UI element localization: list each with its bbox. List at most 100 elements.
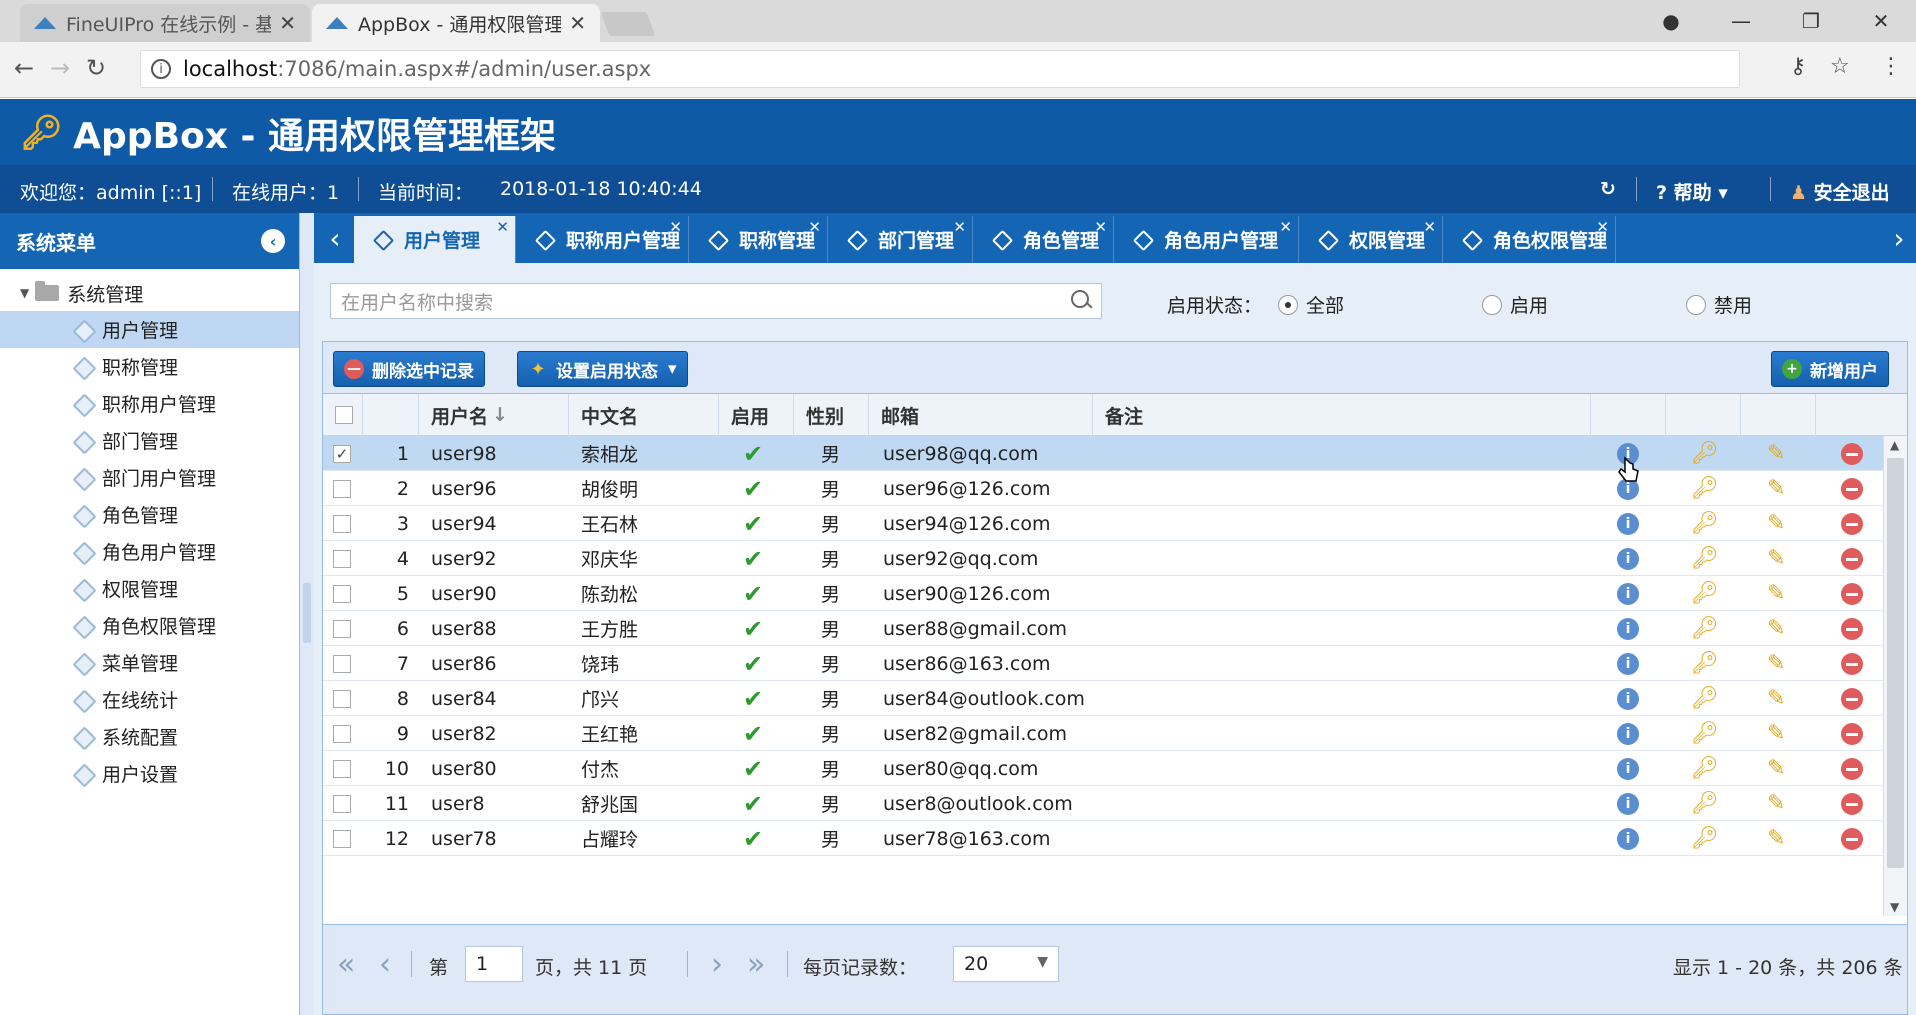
pencil-icon[interactable]: ✎ <box>1767 476 1785 501</box>
content-tab[interactable]: 权限管理 ✕ <box>1299 216 1443 263</box>
row-checkbox[interactable] <box>333 654 351 673</box>
tree-root-system[interactable]: ▼ 系统管理 <box>0 275 299 311</box>
delete-user-button[interactable] <box>1841 436 1863 471</box>
table-row[interactable]: 7 user86 饶玮 ✔ 男 user86@163.com i 🔑︎ ✎ <box>323 646 1883 681</box>
info-icon[interactable]: i <box>1617 617 1639 640</box>
key-icon[interactable]: 🔑︎ <box>1691 476 1719 501</box>
row-checkbox[interactable] <box>333 584 351 603</box>
header-username[interactable]: 用户名 ↓ <box>419 394 569 436</box>
key-icon[interactable]: 🔑︎ <box>1691 581 1719 606</box>
pencil-icon[interactable]: ✎ <box>1767 441 1785 466</box>
pencil-icon[interactable]: ✎ <box>1767 651 1785 676</box>
sidebar-item[interactable]: 权限管理 <box>0 570 299 607</box>
pencil-icon[interactable]: ✎ <box>1767 511 1785 536</box>
user-key-button[interactable]: 🔑︎ <box>1691 646 1719 681</box>
pencil-icon[interactable]: ✎ <box>1767 581 1785 606</box>
select-all-cell[interactable] <box>323 394 363 436</box>
delete-user-button[interactable] <box>1841 751 1863 786</box>
row-select-cell[interactable] <box>333 611 351 646</box>
key-icon[interactable]: 🔑︎ <box>1691 651 1719 676</box>
delete-icon[interactable] <box>1841 547 1863 570</box>
key-icon[interactable]: 🔑︎ <box>1691 686 1719 711</box>
edit-user-button[interactable]: ✎ <box>1767 436 1785 471</box>
edit-user-button[interactable]: ✎ <box>1767 646 1785 681</box>
row-checkbox[interactable]: ✓ <box>333 444 351 463</box>
row-checkbox[interactable] <box>333 829 351 848</box>
pencil-icon[interactable]: ✎ <box>1767 616 1785 641</box>
row-select-cell[interactable] <box>333 506 351 541</box>
table-row[interactable]: 2 user96 胡俊明 ✔ 男 user96@126.com i 🔑︎ ✎ <box>323 471 1883 506</box>
radio-disabled[interactable]: 禁用 <box>1686 291 1752 318</box>
row-checkbox[interactable] <box>333 759 351 778</box>
content-tab[interactable]: 角色管理 ✕ <box>973 216 1114 263</box>
page-size-select[interactable]: 20 ▼ <box>953 946 1059 982</box>
edit-user-button[interactable]: ✎ <box>1767 506 1785 541</box>
user-info-button[interactable]: i <box>1617 786 1639 821</box>
close-tab-icon[interactable]: ✕ <box>1423 218 1436 236</box>
user-info-button[interactable]: i <box>1617 681 1639 716</box>
edit-user-button[interactable]: ✎ <box>1767 541 1785 576</box>
row-checkbox[interactable] <box>333 619 351 638</box>
edit-user-button[interactable]: ✎ <box>1767 471 1785 506</box>
info-icon[interactable]: i <box>1617 547 1639 570</box>
row-checkbox[interactable] <box>333 549 351 568</box>
radio-all-circle[interactable] <box>1278 294 1298 315</box>
delete-user-button[interactable] <box>1841 611 1863 646</box>
new-tab-button[interactable] <box>600 12 656 36</box>
pencil-icon[interactable]: ✎ <box>1767 791 1785 816</box>
page-number-input[interactable]: 1 <box>465 946 523 982</box>
sidebar-item[interactable]: 系统配置 <box>0 718 299 755</box>
key-icon[interactable]: 🔑︎ <box>1691 441 1719 466</box>
edit-user-button[interactable]: ✎ <box>1767 786 1785 821</box>
info-icon[interactable]: i <box>1617 792 1639 815</box>
bookmark-star-icon[interactable]: ☆ <box>1830 54 1850 79</box>
grid-scrollbar[interactable]: ▲ ▼ <box>1883 436 1907 916</box>
content-tab[interactable]: 职称用户管理 ✕ <box>516 216 689 263</box>
user-key-button[interactable]: 🔑︎ <box>1691 821 1719 856</box>
delete-icon[interactable] <box>1841 582 1863 605</box>
select-all-checkbox[interactable] <box>335 406 353 424</box>
header-enabled[interactable]: 启用 <box>719 394 794 436</box>
radio-enabled-circle[interactable] <box>1482 294 1502 315</box>
sidebar-item[interactable]: 职称用户管理 <box>0 385 299 422</box>
key-icon[interactable]: 🔑︎ <box>1691 546 1719 571</box>
browser-tab-fineui[interactable]: FineUIPro 在线示例 - 基 ✕ <box>20 4 310 42</box>
user-key-button[interactable]: 🔑︎ <box>1691 681 1719 716</box>
delete-icon[interactable] <box>1841 512 1863 535</box>
info-icon[interactable]: i <box>151 59 171 79</box>
sidebar-item[interactable]: 部门管理 <box>0 422 299 459</box>
header-email[interactable]: 邮箱 <box>869 394 1093 436</box>
delete-icon[interactable] <box>1841 792 1863 815</box>
row-select-cell[interactable] <box>333 751 351 786</box>
row-select-cell[interactable] <box>333 471 351 506</box>
close-tab-icon[interactable]: ✕ <box>569 11 586 35</box>
table-row[interactable]: 5 user90 陈劲松 ✔ 男 user90@126.com i 🔑︎ ✎ <box>323 576 1883 611</box>
help-menu[interactable]: ? 帮助 ▾ <box>1656 178 1728 205</box>
content-tab[interactable]: 角色用户管理 ✕ <box>1114 216 1299 263</box>
prev-page-icon[interactable]: ‹ <box>379 947 391 982</box>
edit-user-button[interactable]: ✎ <box>1767 751 1785 786</box>
collapse-sidebar-icon[interactable]: ‹ <box>261 229 285 253</box>
content-tab[interactable]: 部门管理 ✕ <box>828 216 973 263</box>
delete-user-button[interactable] <box>1841 471 1863 506</box>
set-status-button[interactable]: ✦ 设置启用状态 ▾ <box>517 351 688 387</box>
pencil-icon[interactable]: ✎ <box>1767 721 1785 746</box>
info-icon[interactable]: i <box>1617 827 1639 850</box>
content-tab[interactable]: 用户管理 ✕ <box>354 216 516 263</box>
pencil-icon[interactable]: ✎ <box>1767 826 1785 851</box>
user-key-button[interactable]: 🔑︎ <box>1691 576 1719 611</box>
content-tab[interactable]: 角色权限管理 ✕ <box>1443 216 1616 263</box>
edit-user-button[interactable]: ✎ <box>1767 681 1785 716</box>
delete-user-button[interactable] <box>1841 716 1863 751</box>
delete-icon[interactable] <box>1841 617 1863 640</box>
user-key-button[interactable]: 🔑︎ <box>1691 506 1719 541</box>
delete-user-button[interactable] <box>1841 646 1863 681</box>
user-key-button[interactable]: 🔑︎ <box>1691 541 1719 576</box>
pencil-icon[interactable]: ✎ <box>1767 756 1785 781</box>
table-row[interactable]: 6 user88 王方胜 ✔ 男 user88@gmail.com i 🔑︎ ✎ <box>323 611 1883 646</box>
delete-icon[interactable] <box>1841 757 1863 780</box>
refresh-icon[interactable]: ↻ <box>1600 178 1616 200</box>
browser-tab-appbox[interactable]: AppBox - 通用权限管理 ✕ <box>312 4 600 42</box>
edit-user-button[interactable]: ✎ <box>1767 576 1785 611</box>
row-select-cell[interactable] <box>333 541 351 576</box>
